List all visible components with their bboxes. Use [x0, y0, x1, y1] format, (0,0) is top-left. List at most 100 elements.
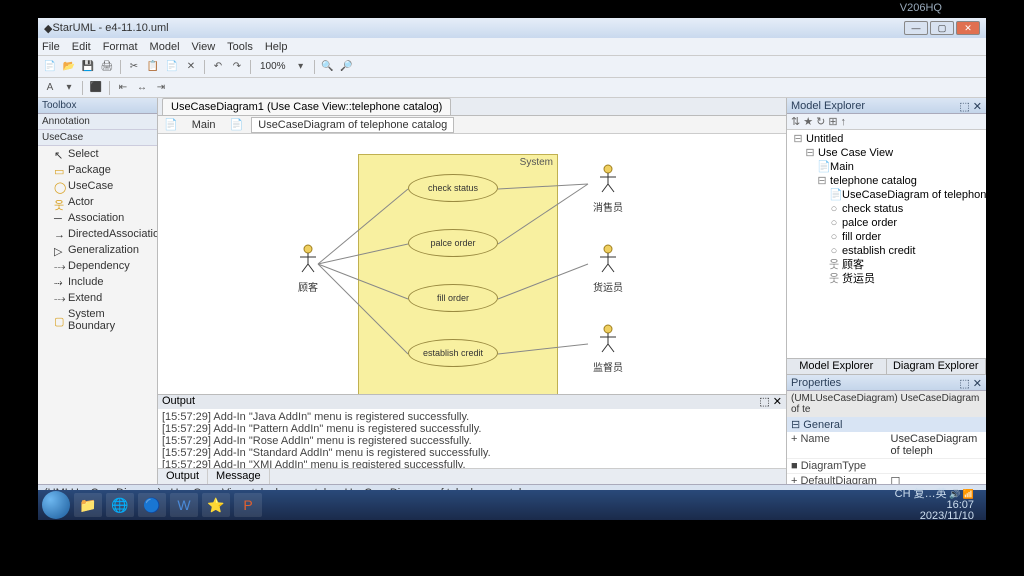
taskbar-word-icon[interactable]: W	[170, 493, 198, 517]
category-usecase[interactable]: UseCase	[38, 130, 157, 146]
taskbar-powerpoint-icon[interactable]: P	[234, 493, 262, 517]
copy-icon[interactable]: 📋	[145, 59, 161, 75]
tab-model-explorer[interactable]: Model Explorer	[787, 359, 887, 374]
sub-tab-usecase[interactable]: UseCaseDiagram of telephone catalog	[251, 117, 454, 133]
canvas[interactable]: System 顾客消售员货运员监督员	[158, 134, 786, 394]
expand-icon[interactable]: ⊞	[828, 115, 837, 128]
tree-node[interactable]: ○ palce order	[789, 216, 984, 230]
paste-icon[interactable]: 📄	[164, 59, 180, 75]
tool-package[interactable]: ▭Package	[38, 162, 157, 178]
toolbar-main: 📄 📂 💾 🖨 ✂ 📋 📄 ✕ ↶ ↷ 100% ▾ 🔍 🔎	[38, 56, 986, 78]
tree-node[interactable]: ○ fill order	[789, 230, 984, 244]
tool-select[interactable]: ↖Select	[38, 146, 157, 162]
property-row[interactable]: ■ DiagramType	[787, 459, 986, 474]
include-icon: ⤑	[54, 277, 64, 287]
output-tab-message[interactable]: Message	[208, 469, 270, 484]
tree-node[interactable]: 웃 顾客	[789, 258, 984, 272]
props-category[interactable]: ⊟ General	[787, 417, 986, 432]
sub-tab-main[interactable]: Main	[186, 118, 222, 132]
output-close-icon[interactable]: ⬚ ✕	[759, 395, 782, 409]
close-button[interactable]: ✕	[956, 21, 980, 35]
align-left-icon[interactable]: ⇤	[115, 80, 131, 96]
category-annotation[interactable]: Annotation	[38, 114, 157, 130]
actor[interactable]: 货运员	[588, 244, 628, 294]
diagram-tab[interactable]: UseCaseDiagram1 (Use Case View::telephon…	[162, 98, 451, 115]
property-value[interactable]: UseCaseDiagram of teleph	[887, 432, 987, 458]
cut-icon[interactable]: ✂	[126, 59, 142, 75]
ime-indicator[interactable]: CH 复…英	[895, 488, 947, 500]
tree-node[interactable]: ⊟ telephone catalog	[789, 174, 984, 188]
print-icon[interactable]: 🖨	[99, 59, 115, 75]
model-tree[interactable]: ⊟ Untitled⊟ Use Case View📄 Main⊟ telepho…	[787, 130, 986, 358]
system-tray[interactable]: CH 复…英 🔊 📶 16:07 2023/11/10	[895, 489, 982, 522]
output-tabs: Output Message	[158, 468, 786, 484]
tool-usecase[interactable]: ◯UseCase	[38, 178, 157, 194]
usecase[interactable]: check status	[408, 174, 498, 202]
menu-tools[interactable]: Tools	[227, 41, 253, 53]
tool-system-boundary[interactable]: ▢System Boundary	[38, 306, 157, 334]
taskbar-star-icon[interactable]: ⭐	[202, 493, 230, 517]
usecase[interactable]: palce order	[408, 229, 498, 257]
open-icon[interactable]: 📂	[61, 59, 77, 75]
color-icon[interactable]: ⬛	[88, 80, 104, 96]
tree-node[interactable]: ○ establish credit	[789, 244, 984, 258]
refresh-icon[interactable]: ↻	[816, 115, 825, 128]
new-icon[interactable]: 📄	[42, 59, 58, 75]
zoom-in-icon[interactable]: 🔎	[339, 59, 355, 75]
sort-icon[interactable]: ⇅	[791, 115, 800, 128]
usecase[interactable]: establish credit	[408, 339, 498, 367]
redo-icon[interactable]: ↷	[229, 59, 245, 75]
toolbox-header: Toolbox	[38, 98, 157, 114]
tree-icon: ⊟	[817, 174, 827, 188]
tool-dependency[interactable]: ⤏Dependency	[38, 258, 157, 274]
output-tab-output[interactable]: Output	[158, 469, 208, 484]
tree-node[interactable]: ⊟ Untitled	[789, 132, 984, 146]
menu-view[interactable]: View	[192, 41, 216, 53]
align-right-icon[interactable]: ⇥	[153, 80, 169, 96]
zoom-dropdown-icon[interactable]: ▾	[293, 59, 309, 75]
tool-association[interactable]: ─Association	[38, 210, 157, 226]
menu-help[interactable]: Help	[265, 41, 288, 53]
taskbar-chrome-icon[interactable]: 🌐	[106, 493, 134, 517]
tool-generalization[interactable]: ▷Generalization	[38, 242, 157, 258]
font-dropdown-icon[interactable]: ▾	[61, 80, 77, 96]
tab-diagram-explorer[interactable]: Diagram Explorer	[887, 359, 987, 374]
tool-include[interactable]: ⤑Include	[38, 274, 157, 290]
actor[interactable]: 消售员	[588, 164, 628, 214]
tree-node[interactable]: 웃 货运员	[789, 272, 984, 286]
usecase[interactable]: fill order	[408, 284, 498, 312]
maximize-button[interactable]: ▢	[930, 21, 954, 35]
delete-icon[interactable]: ✕	[183, 59, 199, 75]
menu-format[interactable]: Format	[103, 41, 138, 53]
zoom-value[interactable]: 100%	[256, 61, 290, 72]
actor[interactable]: 监督员	[588, 324, 628, 374]
taskbar-explorer-icon[interactable]: 📁	[74, 493, 102, 517]
undo-icon[interactable]: ↶	[210, 59, 226, 75]
property-row[interactable]: + NameUseCaseDiagram of teleph	[787, 432, 986, 459]
menu-file[interactable]: File	[42, 41, 60, 53]
tool-extend[interactable]: ⤏Extend	[38, 290, 157, 306]
zoom-out-icon[interactable]: 🔍	[320, 59, 336, 75]
tree-node[interactable]: 📄 Main	[789, 160, 984, 174]
minimize-button[interactable]: —	[904, 21, 928, 35]
tree-node[interactable]: ⊟ Use Case View	[789, 146, 984, 160]
tree-node[interactable]: ○ check status	[789, 202, 984, 216]
menu-model[interactable]: Model	[150, 41, 180, 53]
props-close-icon[interactable]: ⬚ ✕	[959, 377, 982, 388]
menu-edit[interactable]: Edit	[72, 41, 91, 53]
property-value[interactable]	[887, 459, 987, 473]
output-body[interactable]: [15:57:29] Add-In "Java AddIn" menu is r…	[158, 409, 786, 468]
tree-node[interactable]: 📄 UseCaseDiagram of telephone	[789, 188, 984, 202]
tool-actor[interactable]: 웃Actor	[38, 194, 157, 210]
start-button[interactable]	[42, 491, 70, 519]
center-area: UseCaseDiagram1 (Use Case View::telephon…	[158, 98, 786, 484]
actor[interactable]: 顾客	[288, 244, 328, 294]
tool-directed-association[interactable]: →DirectedAssociation	[38, 226, 157, 242]
filter-icon[interactable]: ★	[803, 115, 813, 128]
align-center-icon[interactable]: ↔	[134, 80, 150, 96]
save-icon[interactable]: 💾	[80, 59, 96, 75]
taskbar-browser-icon[interactable]: 🔵	[138, 493, 166, 517]
font-icon[interactable]: A	[42, 80, 58, 96]
explorer-close-icon[interactable]: ⬚ ✕	[959, 100, 982, 111]
up-icon[interactable]: ↑	[841, 116, 847, 128]
